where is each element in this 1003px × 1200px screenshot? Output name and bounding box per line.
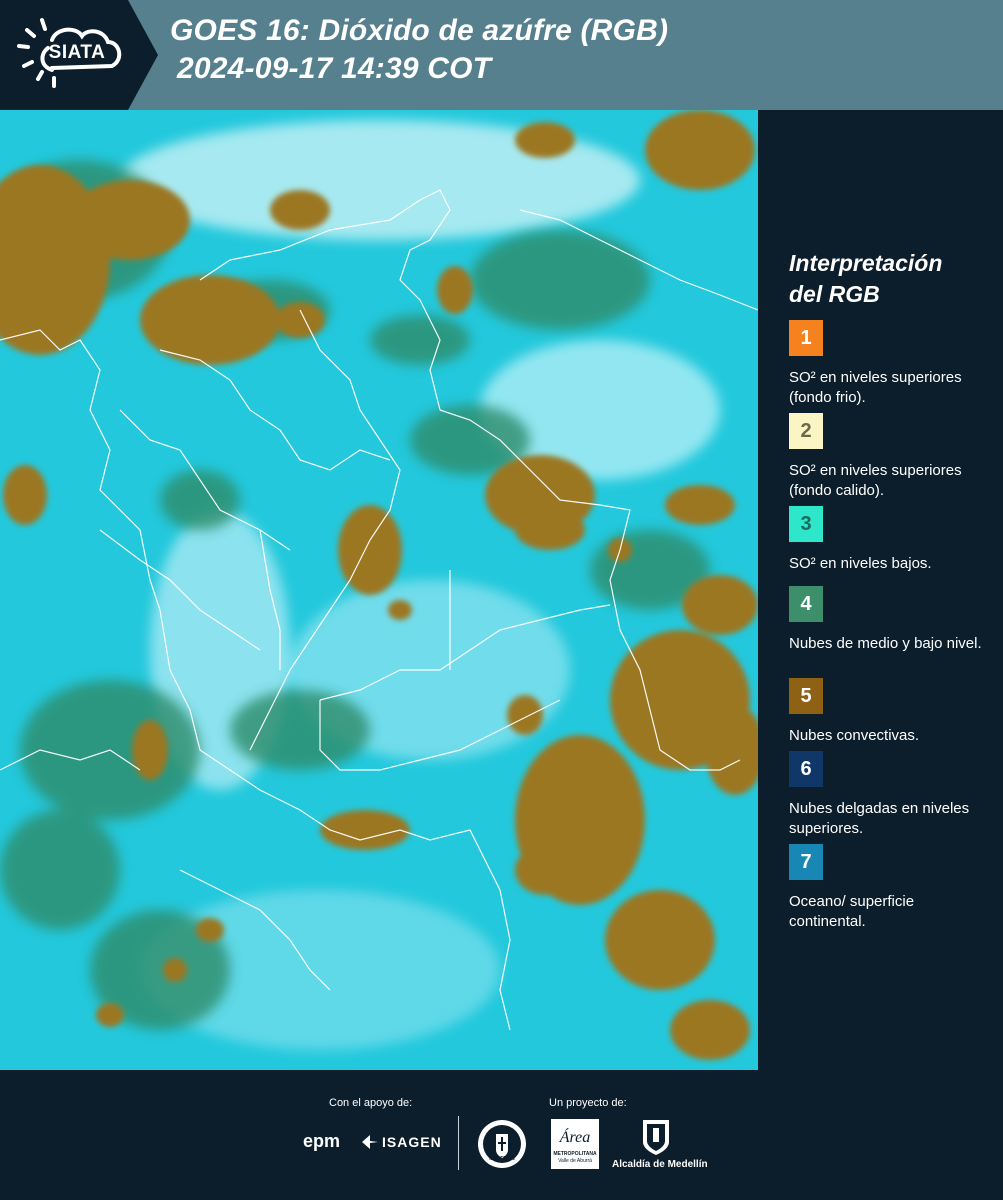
epm-logo: epm bbox=[303, 1131, 340, 1152]
siata-logo: SIATA bbox=[0, 0, 158, 110]
legend-title: Interpretación del RGB bbox=[789, 248, 942, 310]
legend-item-text: Nubes convectivas. bbox=[789, 727, 920, 744]
isagen-logo: ISAGEN bbox=[360, 1133, 442, 1151]
legend-title-line1: Interpretación bbox=[789, 250, 943, 276]
legend-item: 2 SO² en niveles superiores (fondo calido… bbox=[789, 413, 989, 501]
page-title: GOES 16: Dióxido de azúfre (RGB) bbox=[170, 14, 669, 47]
legend-item-text: Nubes delgadas en niveles superiores. bbox=[789, 800, 970, 837]
legend-swatch: 4 bbox=[789, 586, 823, 622]
legend-item: 4 Nubes de medio y bajo nivel. bbox=[789, 586, 989, 654]
isagen-logo-text: ISAGEN bbox=[382, 1134, 442, 1150]
medellin-seal-text: MEDELLÍN bbox=[489, 1156, 515, 1162]
isagen-mark-icon bbox=[362, 1135, 378, 1149]
legend-item: 5 Nubes convectivas. bbox=[789, 678, 989, 746]
project-label: Un proyecto de: bbox=[549, 1097, 627, 1109]
legend-item-text: Nubes de medio y bajo nivel. bbox=[789, 635, 982, 652]
header-bar: SIATA GOES 16: Dióxido de azúfre (RGB) 2… bbox=[0, 0, 1003, 110]
legend-item: 1 SO² en niveles superiores (fondo frio). bbox=[789, 320, 989, 408]
legend-swatch: 1 bbox=[789, 320, 823, 356]
satellite-image bbox=[0, 110, 758, 1070]
legend-item-text: SO² en niveles superiores (fondo frio). bbox=[789, 369, 962, 406]
support-label: Con el apoyo de: bbox=[329, 1097, 413, 1109]
footer-divider bbox=[458, 1116, 459, 1170]
epm-logo-text: epm bbox=[303, 1131, 341, 1151]
legend-item: 7 Oceano/ superficie continental. bbox=[789, 844, 989, 932]
legend-item: 3 SO² en niveles bajos. bbox=[789, 506, 989, 574]
area-logo-sub2: Valle de Aburrá bbox=[558, 1158, 592, 1164]
legend-item-text: Oceano/ superficie continental. bbox=[789, 893, 915, 930]
legend-item: 6 Nubes delgadas en niveles superiores. bbox=[789, 751, 989, 839]
legend-item-text: SO² en niveles superiores (fondo calido)… bbox=[789, 462, 962, 499]
alcaldia-shield-icon bbox=[641, 1118, 671, 1161]
legend-swatch: 3 bbox=[789, 506, 823, 542]
legend-swatch: 2 bbox=[789, 413, 823, 449]
legend-swatch: 5 bbox=[789, 678, 823, 714]
legend-title-line2: del RGB bbox=[789, 281, 880, 307]
area-logo-sub1: METROPOLITANA bbox=[553, 1151, 597, 1157]
medellin-seal: MEDELLÍN bbox=[477, 1118, 527, 1175]
legend-swatch: 7 bbox=[789, 844, 823, 880]
logo-text: SIATA bbox=[48, 42, 106, 63]
area-metropolitana-logo: Área METROPOLITANA Valle de Aburrá bbox=[551, 1119, 599, 1169]
alcaldia-label: Alcaldía de Medellín bbox=[612, 1159, 708, 1170]
legend-swatch: 6 bbox=[789, 751, 823, 787]
area-logo-title: Área bbox=[559, 1129, 591, 1146]
legend-item-text: SO² en niveles bajos. bbox=[789, 555, 932, 572]
page-timestamp: 2024-09-17 14:39 COT bbox=[177, 52, 492, 85]
